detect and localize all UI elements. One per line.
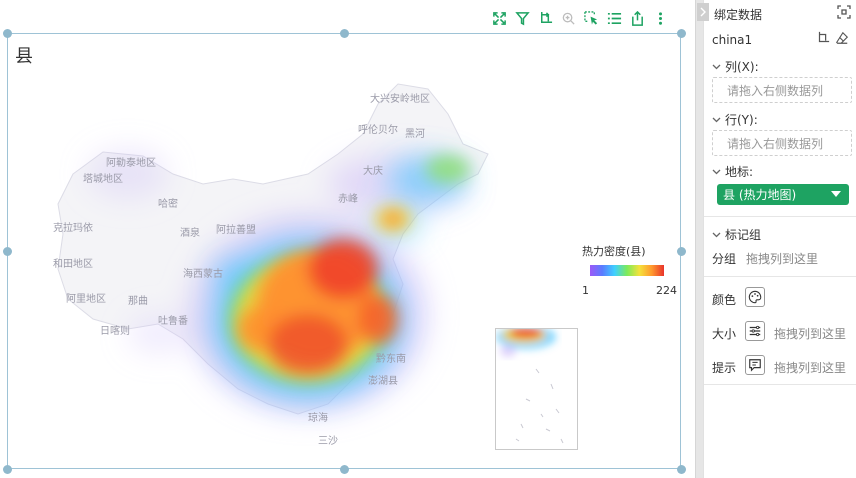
mark-group-section[interactable]: 标记组	[712, 226, 761, 243]
color-label: 颜色	[712, 293, 737, 307]
size-label: 大小	[712, 327, 737, 341]
map-label: 吐鲁番	[158, 314, 188, 327]
map-label: 阿拉善盟	[216, 223, 256, 236]
bind-data-panel: 绑定数据 china1 列(X): 请拖入右侧数据列 行(Y): 请拖入右侧数据…	[697, 0, 856, 478]
chevron-down-icon	[712, 117, 721, 123]
size-drop-hint[interactable]: 拖拽列到这里	[774, 325, 846, 342]
map-label: 和田地区	[53, 257, 93, 270]
export-icon[interactable]	[626, 6, 649, 30]
resize-handle-br[interactable]	[677, 465, 686, 474]
row-drop-zone[interactable]: 请拖入右侧数据列	[712, 130, 852, 156]
map-label: 琼海	[308, 411, 328, 424]
map-label: 塔城地区	[83, 172, 123, 185]
fullscreen-icon[interactable]	[488, 6, 511, 30]
row-label: 行(Y):	[725, 113, 758, 127]
color-button[interactable]	[745, 287, 765, 307]
column-section[interactable]: 列(X):	[712, 58, 759, 75]
map-label: 哈密	[158, 197, 178, 210]
geo-select[interactable]: 县 (热力地图)	[717, 184, 849, 205]
chevron-down-icon	[712, 169, 721, 175]
app-root: 县 大兴安岭地区 呼伦贝尔 阿勒泰地区 塔城地区 哈密 克拉玛依 酒泉 阿拉善盟…	[0, 0, 856, 478]
list-icon[interactable]	[603, 6, 626, 30]
size-button[interactable]	[745, 321, 765, 341]
resize-handle-mr[interactable]	[677, 247, 686, 256]
group-label: 分组	[712, 252, 737, 266]
resize-handle-bc[interactable]	[340, 465, 349, 474]
eraser-icon[interactable]	[835, 31, 849, 45]
south-sea-inset	[495, 328, 578, 450]
panel-title: 绑定数据	[714, 8, 763, 22]
map-label: 呼伦贝尔	[358, 123, 398, 136]
legend-gradient	[590, 265, 664, 276]
tooltip-label: 提示	[712, 361, 737, 375]
select-icon[interactable]	[580, 6, 603, 30]
palette-icon	[748, 290, 762, 304]
legend-min: 1	[582, 284, 589, 297]
group-drop-hint[interactable]: 拖拽列到这里	[746, 250, 818, 267]
caret-down-icon	[831, 191, 841, 197]
geo-select-value: 县 (热力地图)	[723, 188, 797, 202]
divider	[704, 216, 856, 217]
map-label: 克拉玛依	[53, 221, 93, 234]
map-label: 阿里地区	[66, 292, 106, 305]
mark-group-label: 标记组	[725, 228, 762, 242]
map-label: 酒泉	[180, 226, 200, 239]
size-icon	[749, 325, 761, 337]
map-label: 大庆	[363, 164, 383, 177]
heatmap-china[interactable]: 大兴安岭地区 呼伦贝尔 阿勒泰地区 塔城地区 哈密 克拉玛依 酒泉 阿拉善盟 海…	[8, 34, 568, 464]
divider	[704, 276, 856, 277]
map-label: 赤峰	[338, 193, 358, 205]
legend-max: 224	[656, 284, 677, 297]
geo-label: 地标:	[725, 165, 754, 179]
chevron-down-icon	[712, 64, 721, 70]
tooltip-icon	[749, 359, 761, 372]
map-label: 那曲	[128, 295, 148, 307]
legend-title: 热力密度(县)	[582, 245, 646, 258]
map-label: 阿勒泰地区	[106, 156, 156, 169]
dataset-name[interactable]: china1	[712, 33, 752, 47]
chart-canvas: 县 大兴安岭地区 呼伦贝尔 阿勒泰地区 塔城地区 哈密 克拉玛依 酒泉 阿拉善盟…	[0, 0, 695, 478]
row-section[interactable]: 行(Y):	[712, 111, 758, 128]
more-icon[interactable]	[649, 6, 672, 30]
column-drop-zone[interactable]: 请拖入右侧数据列	[712, 77, 852, 103]
map-label: 大兴安岭地区	[370, 92, 430, 105]
map-label: 黑河	[405, 128, 425, 140]
resize-handle-bl[interactable]	[3, 465, 12, 474]
panel-splitter[interactable]	[695, 0, 703, 478]
swap-icon[interactable]	[836, 4, 852, 20]
zoom-icon[interactable]	[557, 6, 580, 30]
divider	[704, 384, 856, 385]
map-label: 三沙	[318, 435, 338, 447]
chevron-right-icon	[700, 7, 706, 17]
map-label: 日喀则	[100, 324, 130, 337]
tooltip-button[interactable]	[745, 355, 765, 375]
map-label: 海西蒙古	[183, 267, 223, 280]
geo-section[interactable]: 地标:	[712, 163, 753, 180]
column-label: 列(X):	[725, 60, 759, 74]
tooltip-drop-hint[interactable]: 拖拽列到这里	[774, 359, 846, 376]
filter-icon[interactable]	[511, 6, 534, 30]
chevron-down-icon	[712, 232, 721, 238]
drill-icon[interactable]	[534, 6, 557, 30]
resize-handle-tr[interactable]	[677, 29, 686, 38]
dataset-switch-icon[interactable]	[816, 31, 830, 45]
map-label: 黔东南	[376, 352, 406, 365]
map-label: 澎湖县	[368, 375, 398, 387]
collapse-tab[interactable]	[697, 3, 709, 21]
chart-toolbar	[488, 6, 678, 30]
